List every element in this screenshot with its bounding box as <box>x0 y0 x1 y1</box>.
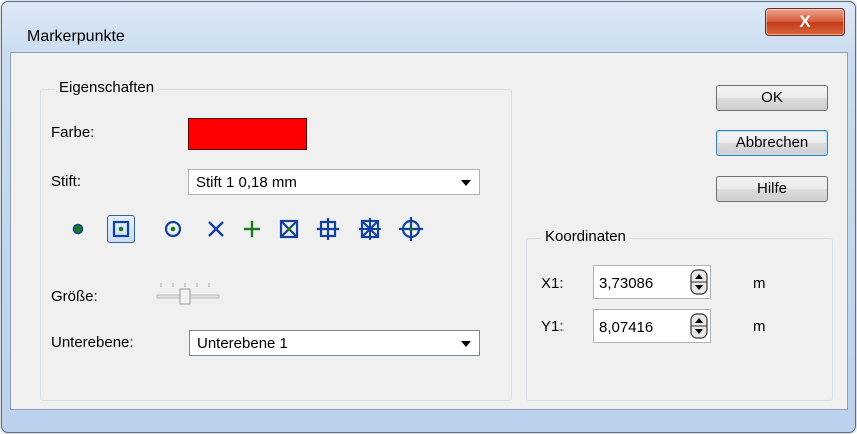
x1-input-value: 3,73086 <box>599 275 654 292</box>
chevron-down-icon <box>461 341 471 347</box>
size-slider[interactable] <box>155 280 221 308</box>
properties-group-title: Eigenschaften <box>55 79 159 96</box>
sublayer-label: Unterebene: <box>51 334 134 351</box>
spin-arrows-icon[interactable] <box>690 269 708 295</box>
sublayer-select-value: Unterebene 1 <box>197 335 288 352</box>
spin-arrows-icon[interactable] <box>690 313 708 339</box>
help-button[interactable]: Hilfe <box>716 176 828 202</box>
cancel-button[interactable]: Abbrechen <box>716 130 828 156</box>
pen-label: Stift: <box>51 173 82 190</box>
x-icon <box>208 221 224 237</box>
square-dot-icon <box>112 220 130 238</box>
marker-x-button[interactable] <box>202 215 230 243</box>
dot-icon <box>72 223 84 235</box>
marker-dot-button[interactable] <box>64 215 92 243</box>
marker-circle-plus-button[interactable] <box>397 215 425 243</box>
marker-square-dot-button[interactable] <box>107 215 135 243</box>
dialog-client-area: Eigenschaften Farbe: Stift: Stift 1 0,18… <box>10 52 848 410</box>
coordinates-group-title: Koordinaten <box>541 228 630 245</box>
y1-unit: m <box>753 318 766 335</box>
x1-unit: m <box>753 275 766 292</box>
marker-circle-dot-button[interactable] <box>159 215 187 243</box>
x1-label: X1: <box>541 275 564 292</box>
chevron-down-icon <box>461 180 471 186</box>
window-title: Markerpunkte <box>27 28 125 45</box>
color-label: Farbe: <box>51 124 95 141</box>
x1-input[interactable]: 3,73086 <box>593 265 711 299</box>
close-button[interactable]: X <box>765 8 845 36</box>
dialog-window: Markerpunkte X Eigenschaften Farbe: Stif… <box>1 1 856 433</box>
boxed-plus-icon <box>317 218 339 240</box>
y1-input[interactable]: 8,07416 <box>593 309 711 343</box>
pen-select-value: Stift 1 0,18 mm <box>196 174 297 191</box>
boxed-x-icon <box>279 219 299 239</box>
ok-button[interactable]: OK <box>716 85 828 111</box>
circle-dot-icon <box>164 220 182 238</box>
y1-input-value: 8,07416 <box>599 319 654 336</box>
plus-icon <box>244 221 260 237</box>
marker-boxed-x-button[interactable] <box>275 215 303 243</box>
close-icon: X <box>799 12 811 31</box>
sublayer-select[interactable]: Unterebene 1 <box>189 330 480 356</box>
size-label: Größe: <box>51 288 98 305</box>
circle-plus-icon <box>399 217 423 241</box>
pen-select[interactable]: Stift 1 0,18 mm <box>188 169 480 195</box>
marker-boxed-plus-button[interactable] <box>314 215 342 243</box>
marker-boxed-x-plus-button[interactable] <box>356 215 384 243</box>
boxed-x-plus-icon <box>359 218 381 240</box>
y1-label: Y1: <box>541 318 564 335</box>
slider-track-icon <box>156 283 220 305</box>
marker-plus-button[interactable] <box>238 215 266 243</box>
color-swatch[interactable] <box>188 118 307 150</box>
